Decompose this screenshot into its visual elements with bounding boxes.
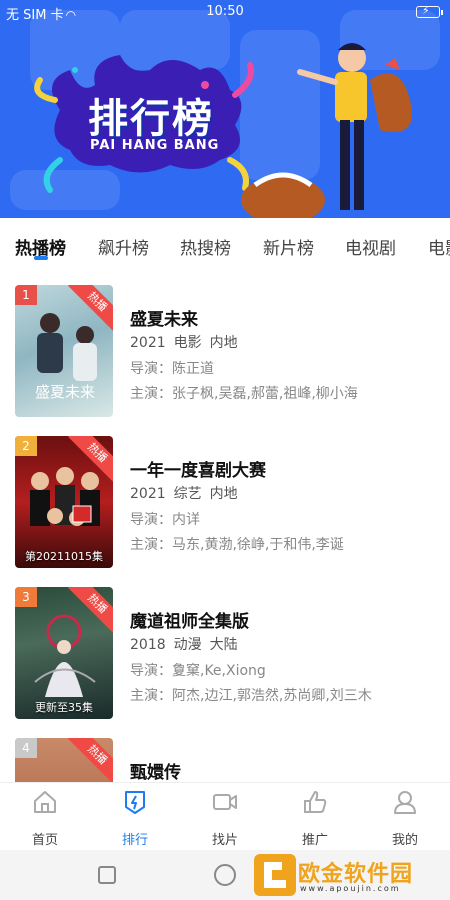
item-title: 盛夏未来 xyxy=(130,310,198,330)
cast-label: 主演： xyxy=(130,537,172,553)
list-item[interactable]: 1 热播 盛夏未来 盛夏未来 2021 电影 内地 导演：陈正道 主演：张子枫,吴磊… xyxy=(0,285,450,423)
item-region: 内地 xyxy=(209,335,238,351)
item-region: 内地 xyxy=(209,486,238,502)
director-value: 陈正道 xyxy=(172,361,214,377)
cast-value: 马东,黄渤,徐峥,于和伟,李诞 xyxy=(172,537,344,553)
item-director: 导演：夐窠,Ke,Xiong xyxy=(130,660,266,680)
clock: 10:50 xyxy=(206,4,244,19)
banner-splash-illustration xyxy=(34,43,412,218)
svg-text:盛夏未来: 盛夏未来 xyxy=(35,383,95,401)
banner-title: 排行榜 xyxy=(88,96,214,142)
battery-icon: ⚡ xyxy=(416,4,443,18)
bottom-navigation: 首页 排行 找片 推广 我的 xyxy=(0,782,450,850)
cast-value: 阿杰,边江,郭浩然,苏尚卿,刘三木 xyxy=(172,688,372,704)
recent-apps-button[interactable] xyxy=(98,866,116,884)
nav-home[interactable]: 首页 xyxy=(10,789,80,848)
tab-movies[interactable]: 电影 xyxy=(428,234,450,259)
app-screen: 无 SIM 卡 ◠ 10:50 ⚡ 排行榜 PAI HANG BANG 热播榜 飙… xyxy=(0,0,450,900)
home-icon xyxy=(34,791,56,813)
item-meta: 2021 综艺 内地 xyxy=(130,483,246,503)
tab-rising[interactable]: 飙升榜 xyxy=(98,234,149,259)
item-type: 电影 xyxy=(173,335,202,351)
nav-rank-label: 排行 xyxy=(121,833,148,848)
watermark-url: www.apoujin.com xyxy=(300,884,401,893)
cast-label: 主演： xyxy=(130,386,172,402)
poster-caption: 第20211015集 xyxy=(25,550,103,563)
item-type: 综艺 xyxy=(173,486,202,502)
home-button[interactable] xyxy=(214,864,236,886)
director-value: 夐窠,Ke,Xiong xyxy=(172,663,266,679)
item-cast: 主演：阿杰,边江,郭浩然,苏尚卿,刘三木 xyxy=(130,685,372,705)
item-type: 动漫 xyxy=(173,637,202,653)
list-item[interactable]: 3 热播 更新至35集 魔道祖师全集版 2018 动漫 大陆 导演：夐窠,Ke,Xi… xyxy=(0,587,450,725)
category-tabs: 热播榜 飙升榜 热搜榜 新片榜 电视剧 电影 xyxy=(0,218,450,270)
item-director: 导演：陈正道 xyxy=(130,358,214,378)
director-label: 导演： xyxy=(130,361,172,377)
ranking-banner: 无 SIM 卡 ◠ 10:50 ⚡ 排行榜 PAI HANG BANG xyxy=(0,0,450,218)
poster-image: 1 热播 盛夏未来 xyxy=(15,285,113,417)
item-cast: 主演：张子枫,吴磊,郝蕾,祖峰,柳小海 xyxy=(130,383,358,403)
rank-badge: 2 xyxy=(15,436,37,456)
user-icon xyxy=(394,791,416,814)
list-item[interactable]: 4 热播 甄嬛传 xyxy=(0,738,450,782)
nav-promote[interactable]: 推广 xyxy=(280,789,350,848)
item-region: 大陆 xyxy=(209,637,238,653)
poster-image: 2 热播 第20211015集 xyxy=(15,436,113,568)
rank-badge: 1 xyxy=(15,285,37,305)
item-meta: 2021 电影 内地 xyxy=(130,332,246,352)
nav-find-label: 找片 xyxy=(211,833,238,848)
item-title: 甄嬛传 xyxy=(130,763,181,782)
list-item[interactable]: 2 热播 第20211015集 一年一度喜剧大赛 2021 综艺 内地 导演：内详 … xyxy=(0,436,450,574)
banner-subtitle: PAI HANG BANG xyxy=(90,138,220,153)
item-year: 2018 xyxy=(130,637,166,653)
item-meta: 2018 动漫 大陆 xyxy=(130,634,246,654)
thumbs-up-icon xyxy=(304,791,327,813)
status-bar: 无 SIM 卡 ◠ 10:50 ⚡ xyxy=(0,0,450,24)
nav-rank[interactable]: 排行 xyxy=(100,789,170,848)
tab-hot-search[interactable]: 热搜榜 xyxy=(180,234,231,259)
item-cast: 主演：马东,黄渤,徐峥,于和伟,李诞 xyxy=(130,534,344,554)
nav-mine[interactable]: 我的 xyxy=(370,789,440,848)
rank-badge: 3 xyxy=(15,587,37,607)
director-label: 导演： xyxy=(130,663,172,679)
tab-new-releases[interactable]: 新片榜 xyxy=(263,234,314,259)
cast-label: 主演： xyxy=(130,688,172,704)
poster-image: 4 热播 xyxy=(15,738,113,782)
watermark-logo-icon xyxy=(254,854,296,896)
tab-tv-series[interactable]: 电视剧 xyxy=(345,234,396,259)
item-title: 魔道祖师全集版 xyxy=(130,612,249,632)
video-camera-icon xyxy=(213,794,237,810)
hot-badge: 热播 xyxy=(68,738,113,782)
director-value: 内详 xyxy=(172,512,200,528)
cast-value: 张子枫,吴磊,郝蕾,祖峰,柳小海 xyxy=(172,386,358,402)
director-label: 导演： xyxy=(130,512,172,528)
item-year: 2021 xyxy=(130,335,166,351)
poster-image: 3 热播 更新至35集 xyxy=(15,587,113,719)
site-watermark: 欧金软件园 www.apoujin.com xyxy=(246,852,446,898)
active-tab-indicator xyxy=(34,256,48,260)
nav-find[interactable]: 找片 xyxy=(190,789,260,848)
rank-badge: 4 xyxy=(15,738,37,758)
poster-caption: 更新至35集 xyxy=(35,701,93,714)
item-year: 2021 xyxy=(130,486,166,502)
nav-promote-label: 推广 xyxy=(301,833,328,848)
rank-icon xyxy=(125,791,145,814)
nav-mine-label: 我的 xyxy=(391,833,418,848)
item-title: 一年一度喜剧大赛 xyxy=(130,461,266,481)
nav-home-label: 首页 xyxy=(31,833,58,848)
item-director: 导演：内详 xyxy=(130,509,200,529)
